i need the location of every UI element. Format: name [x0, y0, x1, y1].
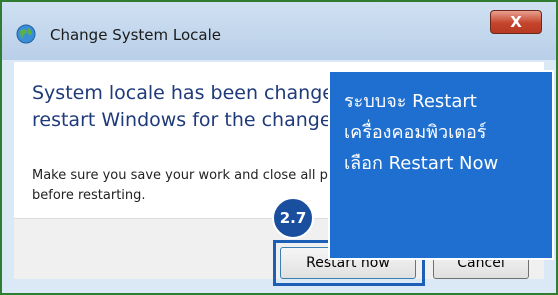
callout-line: เลือก Restart Now — [344, 153, 499, 174]
close-button[interactable]: X — [490, 10, 542, 34]
main-message-line: restart Windows for the change to take e… — [32, 109, 332, 131]
main-message: System locale has been changed. You must… — [32, 80, 332, 146]
sub-message-line: Make sure you save your work and close a… — [32, 168, 332, 183]
globe-icon — [16, 24, 36, 44]
dialog-titlebar[interactable]: Change System Locale — [2, 2, 556, 60]
callout-line: ระบบจะ Restart — [344, 91, 477, 112]
instruction-callout: ระบบจะ Restart เครื่องคอมพิวเตอร์ เลือก … — [328, 70, 554, 260]
step-badge: 2.7 — [272, 197, 314, 239]
close-icon: X — [510, 13, 522, 31]
dialog-title: Change System Locale — [50, 26, 222, 44]
callout-line: เครื่องคอมพิวเตอร์ — [344, 122, 487, 143]
main-message-line: System locale has been changed. You must — [32, 82, 332, 104]
